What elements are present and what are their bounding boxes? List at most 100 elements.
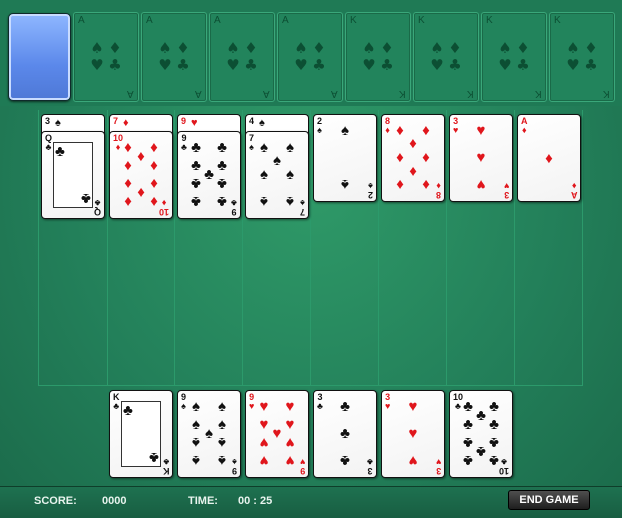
reserve-card[interactable]: 9 ♥ 9 ♥ ♥ ♥ ♥ ♥ ♥ ♥ ♥ ♥ ♥: [245, 390, 309, 478]
face-suit-icon: ♣: [149, 449, 159, 466]
card-suit-icon: ♠: [317, 125, 322, 135]
card-suit-icon: ♥: [435, 457, 441, 467]
stock-deck[interactable]: [8, 13, 71, 101]
svg-text:♥: ♥: [90, 56, 103, 74]
reserve-card[interactable]: 3 ♥ 3 ♥ ♥ ♥ ♥: [381, 390, 445, 478]
foundation-slot[interactable]: K K ♠ ♦ ♥ ♣: [481, 12, 547, 102]
svg-text:♥: ♥: [226, 56, 239, 74]
card-suit-icon: ♣: [113, 401, 120, 411]
card-suit-icon: ♦: [385, 125, 390, 135]
card-index: 2 ♠: [317, 117, 322, 135]
reserve-card[interactable]: 10 ♣ 10 ♣ ♣ ♣ ♣ ♣ ♣ ♣ ♣ ♣ ♣ ♣: [449, 390, 513, 478]
card-suit-icon: ♣: [181, 142, 187, 152]
foundation-slot[interactable]: A A ♠ ♦ ♥ ♣: [73, 12, 139, 102]
suit-pip-icon: ♣: [191, 193, 201, 210]
card-suit-icon: ♥: [249, 401, 255, 411]
svg-text:♣: ♣: [176, 56, 189, 74]
reserve-card[interactable]: K ♣ K ♣ ♣ ♣: [109, 390, 173, 478]
suit-pip-icon: ♦: [396, 176, 404, 193]
tableau-card[interactable]: 3 ♥ 3 ♥ ♥ ♥ ♥: [449, 114, 513, 202]
card-suit-icon: ♣: [317, 401, 323, 411]
tableau-card[interactable]: 7 ♠ 7 ♠ ♠ ♠ ♠ ♠ ♠ ♠ ♠: [245, 131, 309, 219]
suit-pip-icon: ♣: [217, 175, 227, 192]
card-pips: ♣ ♣ ♣ ♣ ♣ ♣ ♣ ♣ ♣: [188, 140, 230, 210]
foundation-slot[interactable]: A A ♠ ♦ ♥ ♣: [141, 12, 207, 102]
foundation-label: K: [603, 88, 610, 99]
suit-pip-icon: ♦: [396, 149, 404, 166]
svg-text:♠: ♠: [158, 39, 171, 57]
suit-pip-icon: ♦: [409, 135, 417, 152]
tableau-card[interactable]: A ♦ A ♦ ♦: [517, 114, 581, 202]
card-index: 9 ♥: [300, 457, 305, 476]
card-index: A ♦: [571, 181, 578, 200]
tableau-card[interactable]: 9 ♣ 9 ♣ ♣ ♣ ♣ ♣ ♣ ♣ ♣ ♣ ♣: [177, 131, 241, 219]
suit-pip-icon: ♥: [408, 452, 418, 469]
foundation-slot[interactable]: K K ♠ ♦ ♥ ♣: [549, 12, 615, 102]
foundation-label: A: [195, 88, 202, 99]
suit-pip-icon: ♣: [340, 452, 350, 469]
tableau-card[interactable]: Q ♣ Q ♣ ♣ ♣: [41, 131, 105, 219]
card-pips: ♣ ♣ ♣ ♣ ♣ ♣ ♣ ♣ ♣ ♣: [460, 399, 502, 469]
card-suit-icon: ♣: [45, 142, 52, 152]
svg-text:♠: ♠: [294, 39, 307, 57]
suit-pip-icon: ♥: [285, 398, 295, 415]
four-suits-icon: ♠ ♦ ♥ ♣: [566, 39, 597, 74]
card-index: 9 ♥: [249, 393, 254, 411]
card-index: 3 ♥: [503, 181, 509, 200]
card-pips: ♦ ♦ ♦ ♦ ♦ ♦ ♦ ♦: [392, 123, 434, 193]
card-index: 3 ♥: [453, 117, 458, 135]
tableau-card[interactable]: 10 ♦ 10 ♦ ♦ ♦ ♦ ♦ ♦ ♦ ♦ ♦ ♦ ♦: [109, 131, 173, 219]
card-suit-icon: ♣: [94, 198, 101, 208]
svg-text:♥: ♥: [362, 56, 375, 74]
card-index: Q ♣: [93, 198, 101, 217]
svg-text:♠: ♠: [90, 39, 103, 57]
foundation-label: K: [350, 15, 357, 26]
tableau-card[interactable]: 8 ♦ 8 ♦ ♦ ♦ ♦ ♦ ♦ ♦ ♦ ♦: [381, 114, 445, 202]
card-rank: 7: [299, 207, 305, 217]
svg-text:♠: ♠: [430, 39, 443, 57]
card-pips: ♠ ♠: [324, 123, 366, 193]
suit-pip-icon: ♠: [218, 434, 226, 451]
svg-text:♣: ♣: [244, 56, 257, 74]
svg-text:♣: ♣: [312, 56, 325, 74]
card-index: K ♣: [163, 457, 170, 476]
card-suit-icon: ♥: [385, 401, 391, 411]
foundation-label: A: [127, 88, 134, 99]
foundation-slot[interactable]: K K ♠ ♦ ♥ ♣: [345, 12, 411, 102]
reserve-card[interactable]: 3 ♣ 3 ♣ ♣ ♣ ♣: [313, 390, 377, 478]
svg-text:♦: ♦: [380, 39, 393, 57]
svg-text:♦: ♦: [244, 39, 257, 57]
foundation-slot[interactable]: A A ♠ ♦ ♥ ♣: [209, 12, 275, 102]
svg-text:♣: ♣: [380, 56, 393, 74]
card-index: 8 ♦: [385, 117, 390, 135]
suit-pip-icon: ♣: [489, 452, 499, 469]
tableau-card[interactable]: 2 ♠ 2 ♠ ♠ ♠: [313, 114, 377, 202]
time-value: 00 : 25: [238, 495, 273, 507]
card-pips: ♠ ♠ ♠ ♠ ♠ ♠ ♠ ♠ ♠: [188, 399, 230, 469]
card-suit-icon: ♥: [503, 181, 509, 191]
four-suits-icon: ♠ ♦ ♥ ♣: [498, 39, 529, 74]
end-game-button[interactable]: END GAME: [508, 490, 590, 510]
foundation-slot[interactable]: A A ♠ ♦ ♥ ♣: [277, 12, 343, 102]
foundation-slot[interactable]: K K ♠ ♦ ♥ ♣: [413, 12, 479, 102]
suit-pip-icon: ♣: [340, 425, 350, 442]
suit-pip-icon: ♣: [340, 398, 350, 415]
suit-pip-icon: ♦: [124, 157, 132, 174]
suit-pip-icon: ♣: [191, 175, 201, 192]
svg-text:♦: ♦: [108, 39, 121, 57]
suit-pip-icon: ♥: [259, 398, 269, 415]
card-rank: 2: [367, 190, 373, 200]
suit-pip-icon: ♥: [285, 434, 295, 451]
foundation-label: K: [467, 88, 474, 99]
suit-pip-icon: ♣: [191, 139, 201, 156]
suit-pip-icon: ♠: [286, 166, 294, 183]
card-rank: Q: [93, 207, 101, 217]
reserve-card[interactable]: 9 ♠ 9 ♠ ♠ ♠ ♠ ♠ ♠ ♠ ♠ ♠ ♠: [177, 390, 241, 478]
solitaire-board: A A ♠ ♦ ♥ ♣ A A ♠ ♦ ♥ ♣ A A ♠ ♦ ♥ ♣ A A ♠ ♦ ♥ ♣ K K ♠ ♦ ♥ ♣ K K ♠ ♦ ♥ ♣ K K ♠ ♦…: [0, 0, 622, 518]
card-suit-icon: ♠: [300, 198, 305, 208]
foundation-label: K: [399, 88, 406, 99]
suit-pip-icon: ♠: [341, 122, 349, 139]
card-suit-icon: ♥: [453, 125, 459, 135]
card-rank: 9: [231, 207, 237, 217]
suit-pip-icon: ♠: [260, 193, 268, 210]
